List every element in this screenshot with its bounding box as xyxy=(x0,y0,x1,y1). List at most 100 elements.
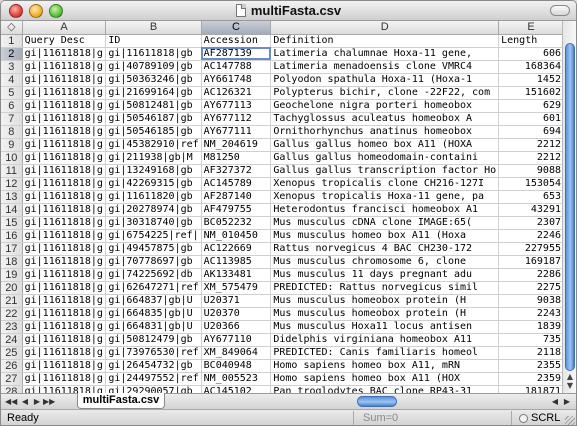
cell-query-desc[interactable]: gi|11611818|g xyxy=(22,359,107,373)
scroll-right-arrow-icon[interactable]: ▶ xyxy=(561,396,573,407)
cell-id[interactable]: gi|13249168|gb xyxy=(105,164,202,178)
cell-definition[interactable]: Ornithorhynchus anatinus homeobox xyxy=(270,125,500,139)
cell-definition[interactable]: Heterodontus francisci homeobox A1 xyxy=(270,203,500,217)
cell-accession[interactable]: BC040948 xyxy=(201,359,272,373)
cell-length[interactable]: 2212 xyxy=(498,138,564,152)
cell-length[interactable]: 227955 xyxy=(498,242,564,256)
row-header[interactable]: 20 xyxy=(1,281,23,295)
cell-query-desc[interactable]: gi|11611818|g xyxy=(22,60,107,74)
cell-accession[interactable]: AC147788 xyxy=(201,60,272,74)
cell-definition[interactable]: Rattus norvegicus 4 BAC CH230-172 xyxy=(270,242,500,256)
cell-accession[interactable]: AF479755 xyxy=(201,203,272,217)
horizontal-scrollbar[interactable] xyxy=(357,396,547,408)
row-header[interactable]: 7 xyxy=(1,112,23,126)
cell-definition[interactable]: Didelphis virginiana homeobox A11 xyxy=(270,333,500,347)
cell-accession[interactable]: AF287139 xyxy=(201,47,272,61)
cell-id[interactable]: gi|50363246|gb xyxy=(105,73,202,87)
cell-id[interactable]: gi|211938|gb|M xyxy=(105,151,202,165)
cell-accession[interactable]: U20366 xyxy=(201,320,272,334)
cell-query-desc[interactable]: gi|11611818|g xyxy=(22,190,107,204)
cell-length-header[interactable]: Length xyxy=(498,34,564,48)
cell-length[interactable]: 181871 xyxy=(498,385,564,393)
cell-query-desc[interactable]: gi|11611818|g xyxy=(22,385,107,393)
row-header[interactable]: 24 xyxy=(1,333,23,347)
cell-definition[interactable]: Mus musculus 11 days pregnant adu xyxy=(270,268,500,282)
cell-accession[interactable]: BC052232 xyxy=(201,216,272,230)
cell-accession[interactable]: AF287140 xyxy=(201,190,272,204)
cell-query-desc-header[interactable]: Query Desc xyxy=(22,34,107,48)
cell-definition[interactable]: Homo sapiens homeo box A11, mRN xyxy=(270,359,500,373)
cell-length[interactable]: 1452 xyxy=(498,73,564,87)
cell-query-desc[interactable]: gi|11611818|g xyxy=(22,112,107,126)
row-header[interactable]: 11 xyxy=(1,164,23,178)
row-header[interactable]: 22 xyxy=(1,307,23,321)
cell-id[interactable]: gi|20278974|gb xyxy=(105,203,202,217)
cell-id[interactable]: gi|62647271|ref xyxy=(105,281,202,295)
vertical-scrollbar[interactable]: ▲ ▼ xyxy=(562,21,576,393)
cell-definition[interactable]: Pan troglodytes BAC clone RP43-31 xyxy=(270,385,500,393)
cell-query-desc[interactable]: gi|11611818|g xyxy=(22,164,107,178)
cell-definition[interactable]: PREDICTED: Rattus norvegicus simil xyxy=(270,281,500,295)
cell-length[interactable]: 601 xyxy=(498,112,564,126)
row-header[interactable]: 1 xyxy=(1,34,23,48)
cell-query-desc[interactable]: gi|11611818|g xyxy=(22,333,107,347)
cell-length[interactable]: 629 xyxy=(498,99,564,113)
cell-id[interactable]: gi|29290057|gb xyxy=(105,385,202,393)
spreadsheet-grid[interactable]: ◇ A B C D E 1 Query Desc ID Accession De… xyxy=(1,21,564,393)
column-header-b[interactable]: B xyxy=(105,21,202,35)
cell-id[interactable]: gi|74225692|db xyxy=(105,268,202,282)
sheet-tab-multifasta[interactable]: multiFasta.csv xyxy=(77,393,165,409)
cell-length[interactable]: 2286 xyxy=(498,268,564,282)
cell-query-desc[interactable]: gi|11611818|g xyxy=(22,138,107,152)
row-header[interactable]: 13 xyxy=(1,190,23,204)
cell-accession[interactable]: XM_849064 xyxy=(201,346,272,360)
cell-definition[interactable]: Homo sapiens homeo box A11 (HOX xyxy=(270,372,500,386)
cell-accession[interactable]: AY677111 xyxy=(201,125,272,139)
row-header[interactable]: 15 xyxy=(1,216,23,230)
cell-length[interactable]: 2275 xyxy=(498,281,564,295)
cell-id[interactable]: gi|50546185|gb xyxy=(105,125,202,139)
cell-id[interactable]: gi|49457875|gb xyxy=(105,242,202,256)
cell-accession[interactable]: AY677113 xyxy=(201,99,272,113)
cell-length[interactable]: 694 xyxy=(498,125,564,139)
row-header[interactable]: 21 xyxy=(1,294,23,308)
cell-id[interactable]: gi|664835|gb|U xyxy=(105,307,202,321)
cell-query-desc[interactable]: gi|11611818|g xyxy=(22,151,107,165)
row-header[interactable]: 14 xyxy=(1,203,23,217)
cell-id[interactable]: gi|24497552|ref xyxy=(105,372,202,386)
cell-accession[interactable]: NM_005523 xyxy=(201,372,272,386)
row-header[interactable]: 5 xyxy=(1,86,23,100)
cell-id[interactable]: gi|6754225|ref| xyxy=(105,229,202,243)
cell-length[interactable]: 735 xyxy=(498,333,564,347)
cell-length[interactable]: 2246 xyxy=(498,229,564,243)
cell-query-desc[interactable]: gi|11611818|g xyxy=(22,47,107,61)
vertical-scroll-thumb[interactable] xyxy=(565,43,575,371)
cell-definition[interactable]: Tachyglossus aculeatus homeobox A xyxy=(270,112,500,126)
scroll-down-arrow-icon[interactable]: ▼ xyxy=(565,382,575,390)
row-header[interactable]: 17 xyxy=(1,242,23,256)
horizontal-scroll-thumb[interactable] xyxy=(357,396,397,407)
cell-length[interactable]: 153054 xyxy=(498,177,564,191)
cell-id[interactable]: gi|50812481|gb xyxy=(105,99,202,113)
next-sheet-icon[interactable]: ▶ xyxy=(31,396,43,407)
cell-definition[interactable]: Polypterus bichir, clone -22F22, com xyxy=(270,86,500,100)
toolbar-toggle-button[interactable] xyxy=(550,5,570,16)
cell-definition-header[interactable]: Definition xyxy=(270,34,500,48)
cell-accession[interactable]: AC145789 xyxy=(201,177,272,191)
cell-length[interactable]: 2118 xyxy=(498,346,564,360)
row-header[interactable]: 10 xyxy=(1,151,23,165)
row-header[interactable]: 27 xyxy=(1,372,23,386)
column-header-c[interactable]: C xyxy=(201,21,272,35)
cell-id[interactable]: gi|70778697|gb xyxy=(105,255,202,269)
cell-accession[interactable]: AC145102 xyxy=(201,385,272,393)
row-header[interactable]: 12 xyxy=(1,177,23,191)
column-header-a[interactable]: A xyxy=(22,21,107,35)
row-header[interactable]: 8 xyxy=(1,125,23,139)
cell-definition[interactable]: Mus musculus chromosome 6, clone xyxy=(270,255,500,269)
cell-definition[interactable]: Xenopus tropicalis clone CH216-127I xyxy=(270,177,500,191)
row-header[interactable]: 23 xyxy=(1,320,23,334)
cell-id[interactable]: gi|50546187|gb xyxy=(105,112,202,126)
cell-length[interactable]: 1839 xyxy=(498,320,564,334)
cell-definition[interactable]: Latimeria menadoensis clone VMRC4 xyxy=(270,60,500,74)
cell-definition[interactable]: Gallus gallus homeo box A11 (HOXA xyxy=(270,138,500,152)
